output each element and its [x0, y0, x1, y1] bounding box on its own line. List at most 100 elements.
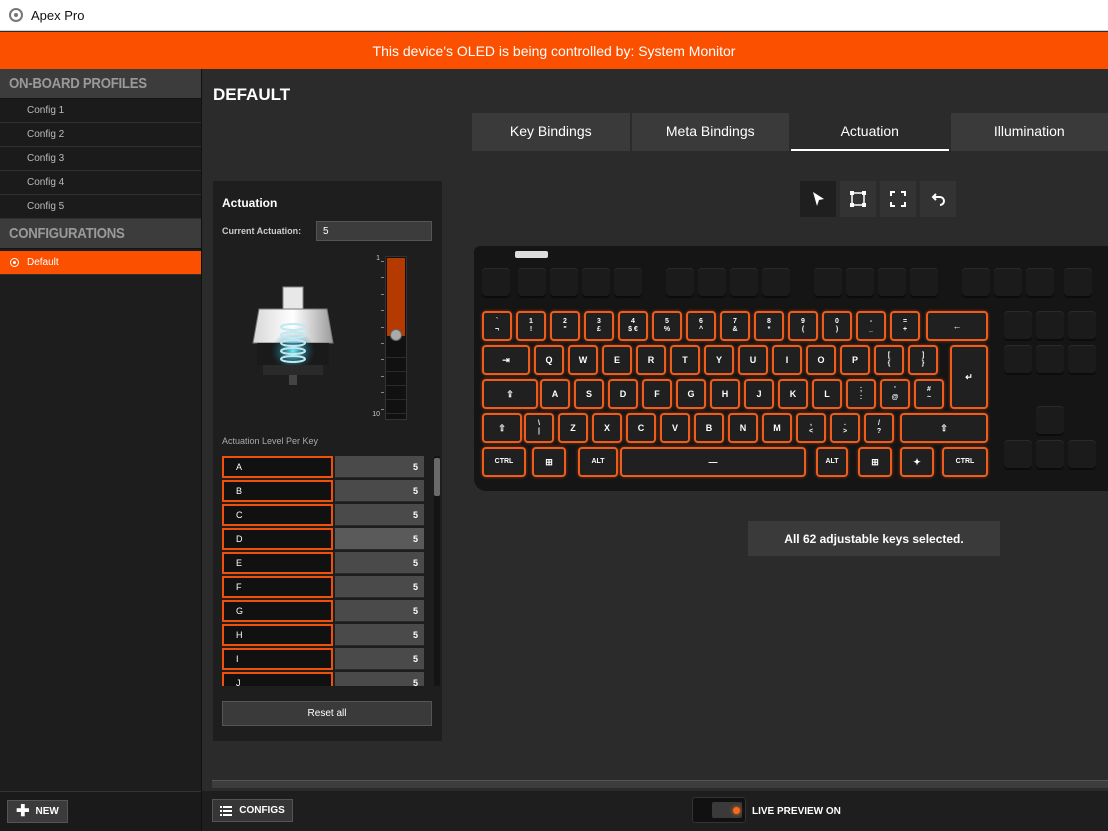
keyboard-key-selected[interactable]: E — [602, 345, 632, 375]
keyboard-key-selected[interactable]: U — [738, 345, 768, 375]
tab-illumination[interactable]: Illumination — [950, 113, 1108, 151]
keyboard-key-selected[interactable]: 0 ) — [822, 311, 852, 341]
keyboard-key-selected[interactable]: \ | — [524, 413, 554, 443]
keyboard-key-selected[interactable]: I — [772, 345, 802, 375]
key-actuation-value[interactable]: 5 — [335, 504, 424, 526]
profile-item[interactable]: Config 3 — [0, 147, 201, 171]
keyboard-key-selected[interactable]: C — [626, 413, 656, 443]
keyboard-key-selected[interactable]: ; : — [846, 379, 876, 409]
profile-item[interactable]: Config 4 — [0, 171, 201, 195]
actuation-slider-thumb[interactable] — [390, 329, 402, 341]
configuration-item[interactable]: Default — [0, 251, 201, 275]
key-row[interactable]: H5 — [222, 624, 427, 648]
keyboard-key-selected[interactable]: A — [540, 379, 570, 409]
keyboard-key-selected[interactable]: — — [620, 447, 806, 477]
key-row[interactable]: J5 — [222, 672, 427, 686]
key-actuation-value[interactable]: 5 — [335, 552, 424, 574]
key-row[interactable]: D5 — [222, 528, 427, 552]
per-key-scrollbar[interactable] — [434, 456, 440, 686]
keyboard-key-selected[interactable]: [ { — [874, 345, 904, 375]
keyboard-key-selected[interactable]: T — [670, 345, 700, 375]
keyboard-key-selected[interactable]: N — [728, 413, 758, 443]
key-actuation-value[interactable]: 5 — [335, 576, 424, 598]
keyboard-key-selected[interactable]: J — [744, 379, 774, 409]
keyboard-key-selected[interactable]: P — [840, 345, 870, 375]
keyboard-key-selected[interactable]: Y — [704, 345, 734, 375]
live-preview-toggle[interactable] — [692, 797, 746, 823]
keyboard-key-selected[interactable]: CTRL — [942, 447, 988, 477]
keyboard-key-selected[interactable]: ⊞ — [532, 447, 566, 477]
keyboard-key-selected[interactable]: D — [608, 379, 638, 409]
keyboard-key-selected[interactable]: 8 * — [754, 311, 784, 341]
keyboard-key-selected[interactable]: , < — [796, 413, 826, 443]
configs-button[interactable]: CONFIGS — [212, 799, 293, 822]
horizontal-scrollbar[interactable] — [212, 780, 1108, 788]
reset-all-button[interactable]: Reset all — [222, 701, 432, 726]
keyboard-key-selected[interactable]: - _ — [856, 311, 886, 341]
keyboard-key-selected[interactable]: K — [778, 379, 808, 409]
keyboard-key-selected[interactable]: / ? — [864, 413, 894, 443]
keyboard-key-selected[interactable]: 3 £ — [584, 311, 614, 341]
keyboard-key-selected[interactable]: 5 % — [652, 311, 682, 341]
keyboard-key-selected[interactable]: . > — [830, 413, 860, 443]
key-actuation-value[interactable]: 5 — [335, 528, 424, 550]
current-actuation-input[interactable]: 5 — [316, 221, 432, 241]
key-actuation-value[interactable]: 5 — [335, 600, 424, 622]
keyboard-key-selected[interactable]: ` ¬ — [482, 311, 512, 341]
actuation-slider[interactable] — [385, 256, 407, 420]
keyboard-key-selected[interactable]: H — [710, 379, 740, 409]
key-actuation-value[interactable]: 5 — [335, 624, 424, 646]
keyboard-key-selected[interactable]: V — [660, 413, 690, 443]
keyboard-key-selected[interactable]: L — [812, 379, 842, 409]
keyboard-key-selected[interactable]: ⇥ — [482, 345, 530, 375]
keyboard-key-selected[interactable]: = + — [890, 311, 920, 341]
keyboard-key-selected[interactable]: ⊞ — [858, 447, 892, 477]
keyboard-key-selected[interactable]: 7 & — [720, 311, 750, 341]
key-row[interactable]: I5 — [222, 648, 427, 672]
key-row[interactable]: C5 — [222, 504, 427, 528]
keyboard-key-selected[interactable]: B — [694, 413, 724, 443]
key-actuation-value[interactable]: 5 — [335, 480, 424, 502]
keyboard-key-selected[interactable]: 9 ( — [788, 311, 818, 341]
tab-actuation[interactable]: Actuation — [791, 113, 949, 151]
new-config-button[interactable]: ✚ NEW — [7, 800, 68, 823]
tab-meta-bindings[interactable]: Meta Bindings — [631, 113, 789, 151]
keyboard-key-selected[interactable]: ← — [926, 311, 988, 341]
undo-tool-button[interactable] — [920, 181, 956, 217]
keyboard-key-selected[interactable]: M — [762, 413, 792, 443]
keyboard-key-selected[interactable]: ] } — [908, 345, 938, 375]
profile-item[interactable]: Config 1 — [0, 99, 201, 123]
per-key-scrollbar-thumb[interactable] — [434, 458, 440, 496]
keyboard-key-selected[interactable]: S — [574, 379, 604, 409]
profile-item[interactable]: Config 5 — [0, 195, 201, 219]
key-actuation-value[interactable]: 5 — [335, 456, 424, 478]
keyboard-key-selected[interactable]: ⇧ — [482, 413, 522, 443]
keyboard-key-selected[interactable]: ALT — [578, 447, 618, 477]
keyboard-key-selected[interactable]: ⇧ — [900, 413, 988, 443]
keyboard-key-selected[interactable]: ' @ — [880, 379, 910, 409]
keyboard-key-selected[interactable]: ALT — [816, 447, 848, 477]
key-row[interactable]: G5 — [222, 600, 427, 624]
profile-item[interactable]: Config 2 — [0, 123, 201, 147]
expand-tool-button[interactable] — [880, 181, 916, 217]
keyboard-key-selected[interactable]: G — [676, 379, 706, 409]
keyboard-key-selected[interactable]: W — [568, 345, 598, 375]
key-row[interactable]: F5 — [222, 576, 427, 600]
keyboard-key-selected[interactable]: 4 $ € — [618, 311, 648, 341]
select-box-tool-button[interactable] — [840, 181, 876, 217]
keyboard-key-selected[interactable]: # ~ — [914, 379, 944, 409]
keyboard-key-selected[interactable]: ✦ — [900, 447, 934, 477]
key-actuation-value[interactable]: 5 — [335, 672, 424, 686]
key-actuation-value[interactable]: 5 — [335, 648, 424, 670]
tab-key-bindings[interactable]: Key Bindings — [472, 113, 630, 151]
keyboard-key-selected[interactable]: X — [592, 413, 622, 443]
keyboard-key-selected[interactable]: CTRL — [482, 447, 526, 477]
keyboard-key-selected[interactable]: Z — [558, 413, 588, 443]
keyboard-key-selected[interactable]: ↵ — [950, 345, 988, 409]
keyboard-key-selected[interactable]: Q — [534, 345, 564, 375]
keyboard-key-selected[interactable]: 1 ! — [516, 311, 546, 341]
cursor-tool-button[interactable] — [800, 181, 836, 217]
keyboard-key-selected[interactable]: R — [636, 345, 666, 375]
keyboard-key-selected[interactable]: ⇪ — [482, 379, 538, 409]
keyboard-key-selected[interactable]: F — [642, 379, 672, 409]
